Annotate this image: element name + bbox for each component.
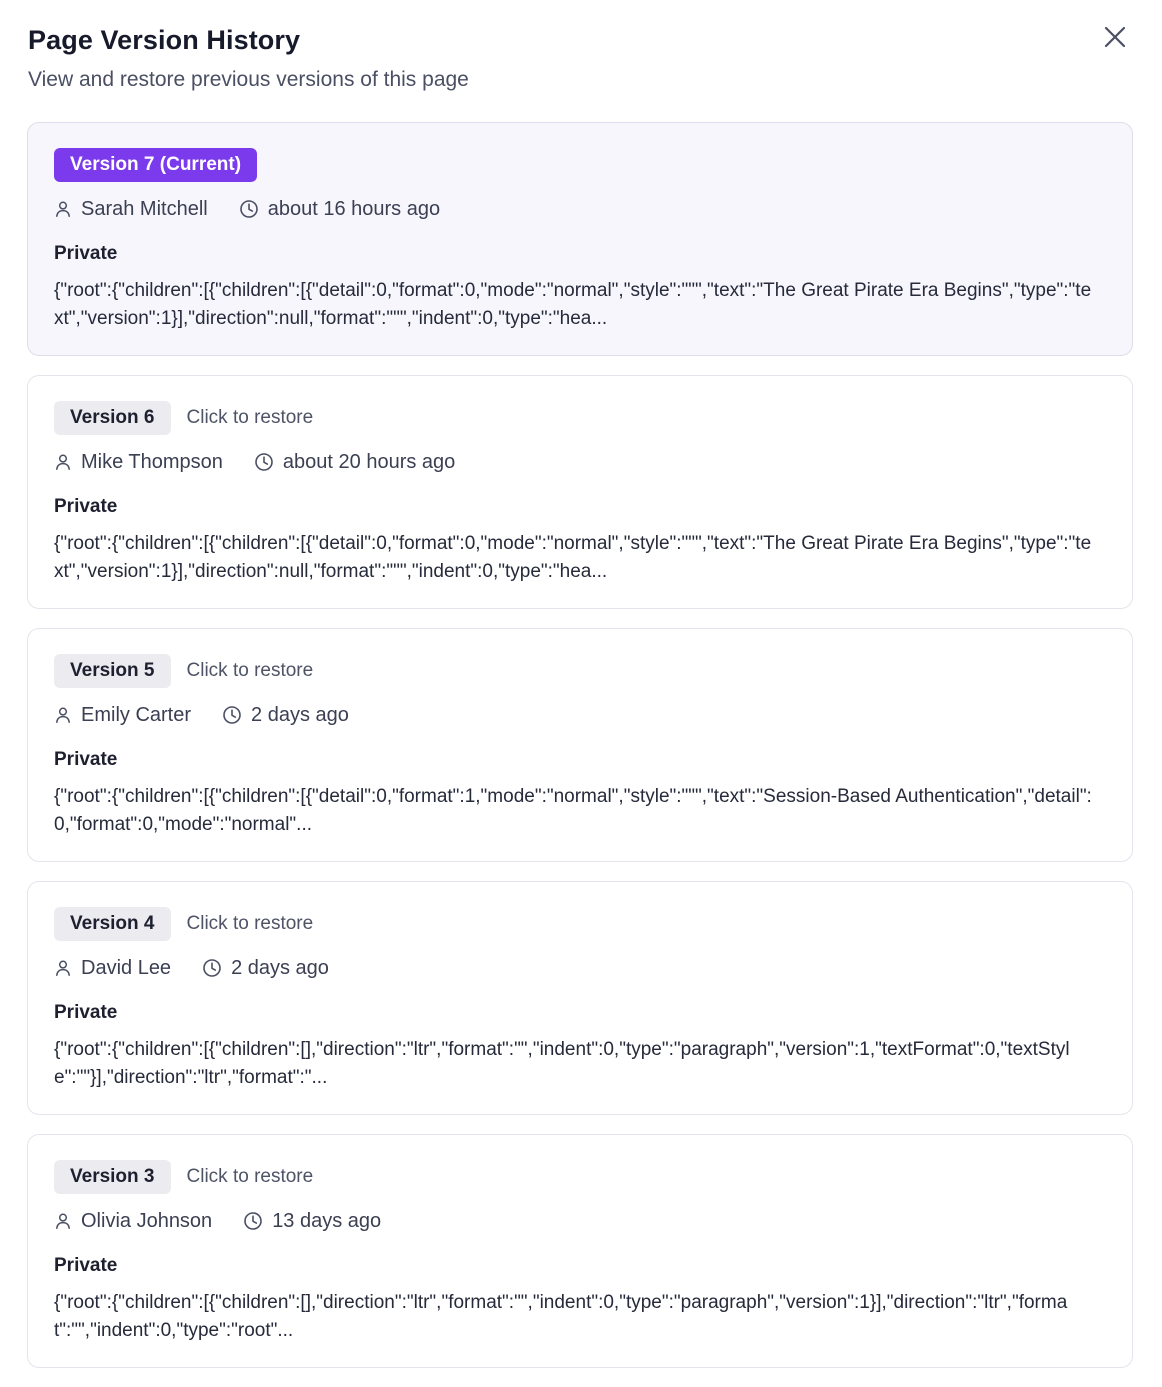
- version-meta: Olivia Johnson 13 days ago: [54, 1207, 1106, 1235]
- version-card[interactable]: Version 6 Click to restore Mike Thompson…: [27, 375, 1133, 609]
- version-card[interactable]: Version 7 (Current) Sarah Mitchell about…: [27, 122, 1133, 356]
- restore-hint[interactable]: Click to restore: [187, 660, 314, 682]
- version-author: Mike Thompson: [81, 450, 223, 473]
- visibility-label: Private: [54, 1255, 118, 1276]
- version-time: 2 days ago: [251, 703, 349, 726]
- version-header: Version 3 Click to restore: [54, 1160, 1106, 1194]
- user-icon: [54, 706, 72, 724]
- version-author: Emily Carter: [81, 703, 192, 726]
- clock-icon: [222, 705, 242, 725]
- version-badge: Version 6: [54, 401, 171, 435]
- version-time: 2 days ago: [231, 956, 329, 979]
- version-card[interactable]: Version 5 Click to restore Emily Carter …: [27, 628, 1133, 862]
- visibility-label: Private: [54, 496, 118, 517]
- version-list: Version 7 (Current) Sarah Mitchell about…: [27, 122, 1133, 1387]
- version-author: Olivia Johnson: [81, 1209, 213, 1232]
- restore-hint[interactable]: Click to restore: [187, 1166, 314, 1188]
- content-preview: {"root":{"children":[{"children":[{"deta…: [54, 280, 1092, 329]
- close-icon: [1104, 26, 1126, 48]
- version-meta: Mike Thompson about 20 hours ago: [54, 448, 1106, 476]
- clock-icon: [243, 1211, 263, 1231]
- restore-hint[interactable]: Click to restore: [187, 407, 314, 429]
- version-badge: Version 5: [54, 654, 171, 688]
- version-header: Version 4 Click to restore: [54, 907, 1106, 941]
- user-icon: [54, 959, 72, 977]
- user-icon: [54, 453, 72, 471]
- version-author: David Lee: [81, 956, 172, 979]
- clock-icon: [254, 452, 274, 472]
- user-icon: [54, 200, 72, 218]
- content-preview: {"root":{"children":[{"children":[],"dir…: [54, 1292, 1068, 1341]
- clock-icon: [202, 958, 222, 978]
- version-badge: Version 4: [54, 907, 171, 941]
- version-time: about 20 hours ago: [282, 450, 456, 473]
- version-time: 13 days ago: [272, 1209, 382, 1232]
- page-title: Page Version History: [28, 25, 301, 55]
- visibility-label: Private: [54, 1002, 118, 1023]
- dialog-header: Page Version History View and restore pr…: [28, 22, 1134, 94]
- version-badge: Version 3: [54, 1160, 171, 1194]
- close-button[interactable]: [1102, 24, 1128, 50]
- content-preview: {"root":{"children":[{"children":[{"deta…: [54, 533, 1092, 582]
- clock-icon: [239, 199, 259, 219]
- version-meta: Emily Carter 2 days ago: [54, 701, 1106, 729]
- page-subtitle: View and restore previous versions of th…: [28, 68, 469, 91]
- version-card[interactable]: Version 3 Click to restore Olivia Johnso…: [27, 1134, 1133, 1368]
- version-time: about 16 hours ago: [267, 197, 441, 220]
- version-header: Version 5 Click to restore: [54, 654, 1106, 688]
- version-author: Sarah Mitchell: [81, 197, 208, 220]
- version-meta: David Lee 2 days ago: [54, 954, 1106, 982]
- user-icon: [54, 1212, 72, 1230]
- content-preview: {"root":{"children":[{"children":[{"deta…: [54, 786, 1092, 835]
- content-preview: {"root":{"children":[{"children":[],"dir…: [54, 1039, 1070, 1088]
- version-header: Version 7 (Current): [54, 148, 1106, 182]
- visibility-label: Private: [54, 243, 118, 264]
- version-meta: Sarah Mitchell about 16 hours ago: [54, 195, 1106, 223]
- version-header: Version 6 Click to restore: [54, 401, 1106, 435]
- version-badge: Version 7 (Current): [54, 148, 258, 182]
- version-card[interactable]: Version 4 Click to restore David Lee 2 d…: [27, 881, 1133, 1115]
- restore-hint[interactable]: Click to restore: [187, 913, 314, 935]
- visibility-label: Private: [54, 749, 118, 770]
